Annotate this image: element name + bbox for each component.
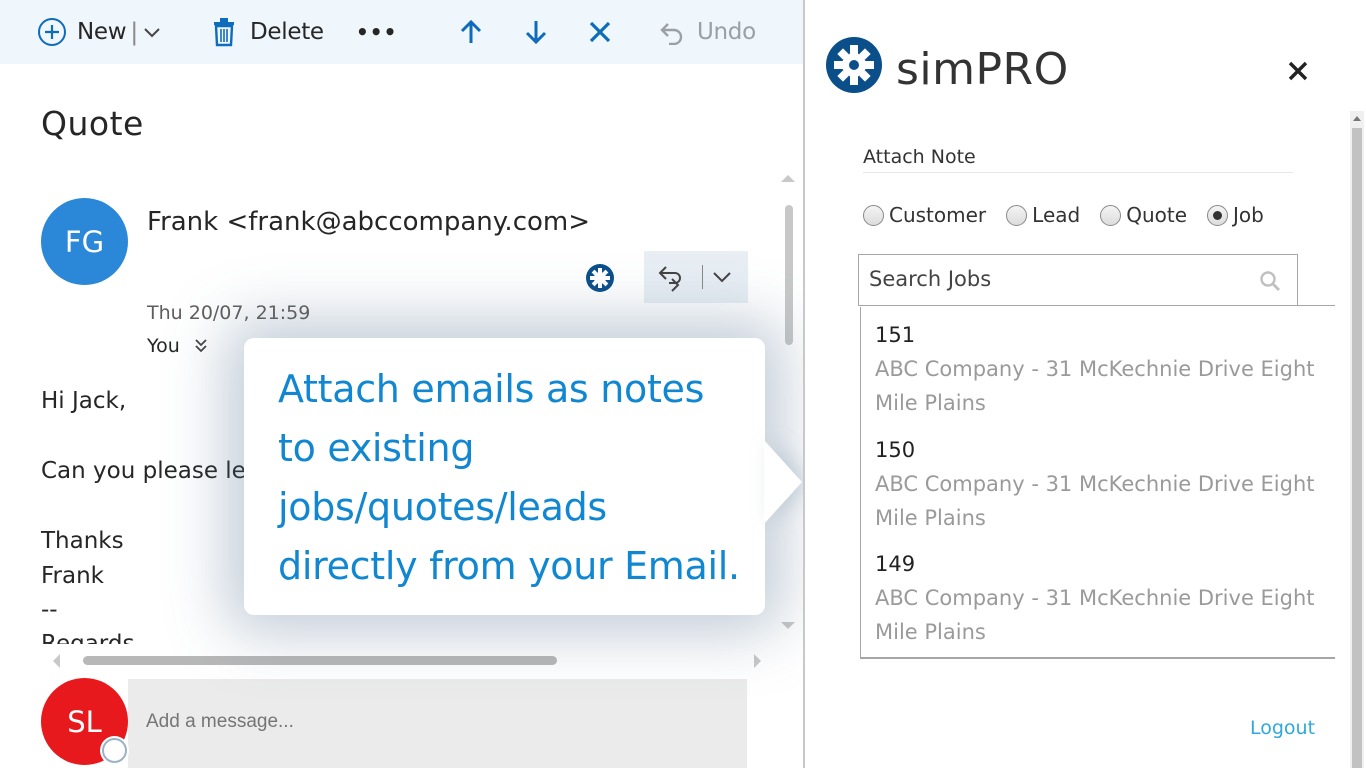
trash-icon — [214, 18, 234, 47]
sender-name[interactable]: Frank <frank@abccompany.com> — [147, 207, 590, 237]
reply-actions — [644, 251, 748, 303]
record-type-radio-group: Customer Lead Quote Job — [863, 203, 1284, 227]
attach-note-heading: Attach Note — [863, 146, 976, 168]
arrow-up-icon — [460, 19, 482, 43]
radio-label: Customer — [889, 203, 987, 227]
simpro-addin-icon[interactable] — [584, 262, 616, 294]
pane-scrollbar-thumb[interactable] — [1352, 128, 1362, 768]
callout-line: Attach emails as notes — [278, 367, 705, 411]
message-input[interactable] — [146, 711, 391, 733]
recipient-name: You — [147, 335, 180, 357]
chevron-down-icon — [144, 28, 160, 38]
radio-label: Quote — [1126, 203, 1188, 227]
search-icon[interactable] — [1259, 270, 1281, 292]
body-line: Frank — [41, 563, 105, 589]
double-chevron-down-icon[interactable] — [194, 338, 208, 354]
radio-button-selected[interactable] — [1207, 204, 1229, 226]
radio-quote[interactable]: Quote — [1100, 203, 1187, 227]
close-pane-icon[interactable] — [1283, 56, 1313, 86]
mail-reading-pane: New | Delete ••• Undo Quote FG Frank <fr… — [0, 0, 804, 768]
radio-button[interactable] — [1006, 204, 1028, 226]
undo-button[interactable]: Undo — [659, 16, 756, 48]
callout-line: directly from your Email. — [278, 544, 740, 588]
email-date: Thu 20/07, 21:59 — [147, 302, 311, 324]
job-description: ABC Company - 31 McKechnie Drive Eight M… — [875, 357, 1315, 415]
callout-pointer — [764, 440, 802, 524]
more-actions-button[interactable]: ••• — [356, 16, 397, 48]
job-number: 150 — [875, 438, 916, 462]
results-border — [1298, 305, 1335, 306]
close-item-button[interactable] — [588, 16, 612, 48]
brand-name: simPRO — [896, 44, 1069, 95]
delete-label: Delete — [250, 19, 324, 45]
job-result-item[interactable]: 151 ABC Company - 31 McKechnie Drive Eig… — [875, 318, 1325, 420]
vertical-scrollbar-thumb[interactable] — [785, 205, 793, 345]
undo-label: Undo — [697, 19, 756, 45]
job-number: 149 — [875, 552, 916, 576]
job-result-item[interactable]: 150 ABC Company - 31 McKechnie Drive Eig… — [875, 433, 1325, 535]
close-icon — [589, 21, 611, 43]
job-description: ABC Company - 31 McKechnie Drive Eight M… — [875, 586, 1315, 644]
scroll-left-icon[interactable] — [50, 653, 62, 669]
body-line: Hi Jack, — [41, 388, 127, 414]
radio-customer[interactable]: Customer — [863, 203, 986, 227]
feature-callout: Attach emails as notes to existing jobs/… — [244, 338, 765, 615]
compose-area[interactable] — [128, 679, 747, 768]
horizontal-scrollbar-thumb[interactable] — [83, 656, 557, 665]
radio-button[interactable] — [863, 204, 884, 226]
simpro-addin-pane: simPRO Attach Note Customer Lead Quote J… — [805, 0, 1366, 768]
email-subject: Quote — [41, 104, 144, 143]
plus-circle-icon — [38, 18, 66, 46]
job-result-item[interactable]: 149 ABC Company - 31 McKechnie Drive Eig… — [875, 547, 1325, 649]
recipient-row[interactable]: You — [147, 335, 208, 357]
section-divider — [863, 172, 1293, 173]
new-separator: | — [130, 18, 139, 46]
job-description: ABC Company - 31 McKechnie Drive Eight M… — [875, 472, 1315, 530]
search-jobs-box — [858, 254, 1298, 306]
body-line: Thanks — [41, 528, 124, 554]
new-dropdown-button[interactable] — [142, 16, 162, 48]
new-button[interactable]: New | — [37, 16, 138, 48]
logout-link[interactable]: Logout — [1250, 717, 1315, 739]
body-line: Regards — [41, 631, 135, 644]
body-line: -- — [41, 597, 58, 623]
scroll-down-icon[interactable] — [780, 620, 796, 632]
delete-button[interactable]: Delete — [211, 16, 324, 48]
radio-job[interactable]: Job — [1207, 203, 1264, 227]
sender-avatar[interactable]: FG — [41, 198, 128, 285]
scroll-right-icon[interactable] — [752, 653, 764, 669]
radio-label: Lead — [1032, 203, 1081, 227]
simpro-logo-icon — [826, 37, 882, 93]
undo-icon — [660, 23, 683, 45]
callout-line: to existing — [278, 426, 475, 470]
reply-separator — [702, 265, 703, 289]
radio-button[interactable] — [1100, 204, 1122, 226]
previous-item-button[interactable] — [458, 16, 484, 48]
search-input[interactable] — [869, 267, 1249, 291]
scroll-up-icon[interactable] — [780, 172, 796, 184]
mail-toolbar: New | Delete ••• Undo — [0, 0, 804, 64]
job-number: 151 — [875, 323, 916, 347]
next-item-button[interactable] — [523, 16, 549, 48]
chevron-down-icon[interactable] — [712, 269, 732, 285]
radio-lead[interactable]: Lead — [1006, 203, 1080, 227]
job-results-list: 151 ABC Company - 31 McKechnie Drive Eig… — [860, 307, 1335, 659]
body-line: Can you please le — [41, 458, 246, 484]
arrow-down-icon — [525, 21, 547, 45]
callout-line: jobs/quotes/leads — [278, 485, 607, 529]
callout-text: Attach emails as notes to existing jobs/… — [278, 360, 748, 596]
new-label: New — [77, 19, 127, 45]
presence-indicator — [102, 738, 127, 763]
reply-all-icon[interactable] — [656, 264, 684, 292]
scroll-up-icon[interactable] — [1352, 113, 1362, 123]
radio-label: Job — [1233, 203, 1264, 227]
